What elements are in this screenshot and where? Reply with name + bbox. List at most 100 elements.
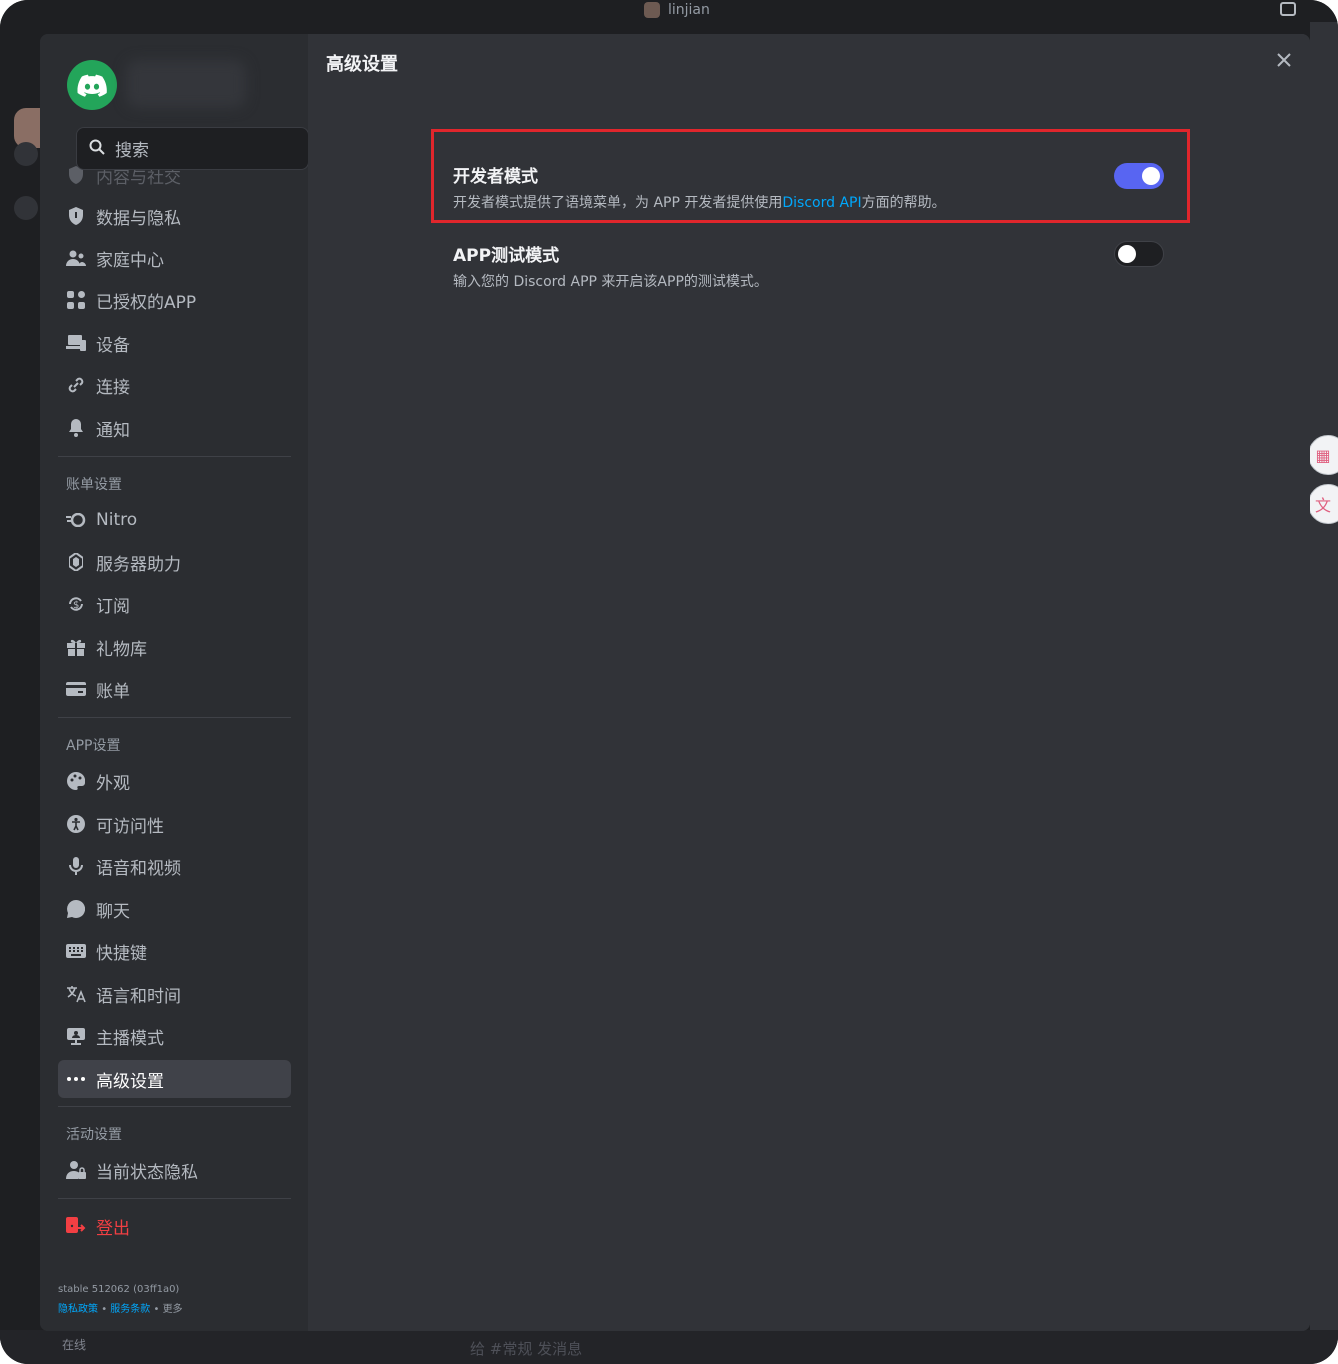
section-header-activity: 活动设置 [66,1127,122,1143]
footer-separator: • [101,1304,108,1315]
settings-content: 高级设置 开发者模式 开发者模式提供了语境菜单，为 APP 开发者提供使用Dis… [308,34,1310,1331]
app-window: linjian ▦ 文 在线 给 #常规 发消息 内容与社交 搜索 数据与隐私 … [0,0,1338,1364]
close-button[interactable] [1272,50,1296,74]
sidebar-item-voice-video[interactable]: 语音和视频 [58,847,291,885]
user-status: 在线 [62,1338,87,1352]
sidebar-item-chat[interactable]: 聊天 [58,890,291,928]
sidebar-item-label: 账单 [96,681,130,702]
sidebar-item-language-time[interactable]: 语言和时间 [58,975,291,1013]
search-placeholder: 搜索 [115,141,149,161]
boost-icon [66,552,86,572]
more-icon [66,1069,86,1089]
message-input[interactable]: 给 #常规 发消息 [470,1338,582,1359]
link-icon [66,375,86,395]
setting-title: 开发者模式 [453,167,538,187]
setting-description: 输入您的 Discord APP 来开启该APP的测试模式。 [453,274,768,290]
setting-app-test-mode: APP测试模式 输入您的 Discord APP 来开启该APP的测试模式。 [453,241,1173,291]
nitro-icon [66,510,86,530]
discord-api-link[interactable]: Discord API [782,195,861,211]
sidebar-item-label: 订阅 [96,596,130,617]
privacy-policy-link[interactable]: 隐私政策 [58,1304,98,1315]
version-info: stable 512062 (03ff1a0) [58,1284,180,1295]
close-icon [1276,52,1292,72]
sidebar-item-appearance[interactable]: 外观 [58,762,291,800]
inbox-icon[interactable] [1280,2,1296,16]
search-input[interactable]: 搜索 [76,127,309,170]
discover-icon[interactable] [14,196,38,220]
sidebar-item-label: 可访问性 [96,816,164,837]
sidebar-item-data-privacy[interactable]: 数据与隐私 [58,197,291,235]
username-blurred [126,60,246,108]
avatar [644,2,660,18]
sidebar-item-server-boost[interactable]: 服务器助力 [58,543,291,581]
window-title: linjian [644,0,710,20]
bell-icon [66,418,86,438]
sidebar-item-label: 通知 [96,420,130,441]
app-test-mode-toggle[interactable] [1114,241,1164,267]
devices-icon [66,333,86,353]
sidebar-item-label: 高级设置 [96,1071,164,1092]
sidebar-item-keybinds[interactable]: 快捷键 [58,932,291,970]
activity-privacy-icon [66,1160,86,1180]
sidebar-item-label: 家庭中心 [96,250,164,271]
settings-modal: 内容与社交 搜索 数据与隐私 家庭中心 已授权的APP 设备 连接 通知 账单设… [40,34,1310,1331]
setting-developer-mode: 开发者模式 开发者模式提供了语境菜单，为 APP 开发者提供使用Discord … [453,162,1173,212]
sidebar-item-label: 设备 [96,335,130,356]
accessibility-icon [66,814,86,834]
mic-icon [66,856,86,876]
divider [58,1198,291,1199]
sidebar-item-label: 服务器助力 [96,554,181,575]
sidebar-item-authorized-apps[interactable]: 已授权的APP [58,281,291,319]
background-bottom-bar: 在线 给 #常规 发消息 [0,1330,1338,1364]
section-header-app: APP设置 [66,738,121,754]
apps-icon [66,290,86,310]
server-rail [0,22,54,1342]
sidebar-item-label: 当前状态隐私 [96,1162,198,1183]
search-icon [89,139,105,159]
chat-icon [66,899,86,919]
terms-link[interactable]: 服务条款 [110,1304,150,1315]
sidebar-item-label: 语言和时间 [96,986,181,1007]
divider [58,456,291,457]
card-icon [66,679,86,699]
sidebar-item-subscriptions[interactable]: $ 订阅 [58,585,291,623]
logout-button[interactable]: 登出 [58,1207,291,1245]
sidebar-item-label: 外观 [96,773,130,794]
sidebar-item-streamer-mode[interactable]: 主播模式 [58,1017,291,1055]
sidebar-item-label: 语音和视频 [96,858,181,879]
sidebar-item-label: 已授权的APP [96,292,197,313]
footer-links: 隐私政策 • 服务条款 • 更多 [58,1300,183,1315]
setting-description-text: 方面的帮助。 [861,195,946,211]
sidebar-item-label: Nitro [96,510,138,530]
sidebar-item-activity-privacy[interactable]: 当前状态隐私 [58,1151,291,1189]
sidebar-item-family-center[interactable]: 家庭中心 [58,239,291,277]
developer-mode-toggle[interactable] [1114,163,1164,189]
page-title: 高级设置 [326,54,398,75]
logout-icon [66,1216,86,1236]
sidebar-item-devices[interactable]: 设备 [58,324,291,362]
toggle-knob [1118,245,1136,263]
background-right-panel [1310,22,1338,1342]
shield-icon [66,206,86,226]
section-header-billing: 账单设置 [66,477,122,493]
sidebar-item-label: 数据与隐私 [96,208,181,229]
subscription-icon: $ [66,594,86,614]
sidebar-item-notifications[interactable]: 通知 [58,409,291,447]
add-server-icon[interactable] [14,142,38,166]
setting-description-text: 开发者模式提供了语境菜单，为 APP 开发者提供使用 [453,195,783,211]
window-title-text: linjian [668,2,710,18]
sidebar-item-connections[interactable]: 连接 [58,366,291,404]
setting-description: 开发者模式提供了语境菜单，为 APP 开发者提供使用Discord API方面的… [453,192,1173,212]
sidebar-item-nitro[interactable]: Nitro [58,501,291,539]
sidebar-item-gift-inventory[interactable]: 礼物库 [58,628,291,666]
family-icon [66,248,86,268]
settings-sidebar: 内容与社交 搜索 数据与隐私 家庭中心 已授权的APP 设备 连接 通知 账单设… [40,34,309,1331]
more-link[interactable]: 更多 [163,1304,183,1315]
sidebar-item-accessibility[interactable]: 可访问性 [58,805,291,843]
divider [58,717,291,718]
sidebar-item-advanced[interactable]: 高级设置 [58,1060,291,1098]
keyboard-icon [66,941,86,961]
toggle-knob [1142,167,1160,185]
sidebar-item-billing[interactable]: 账单 [58,670,291,708]
discord-logo-icon [67,60,117,110]
